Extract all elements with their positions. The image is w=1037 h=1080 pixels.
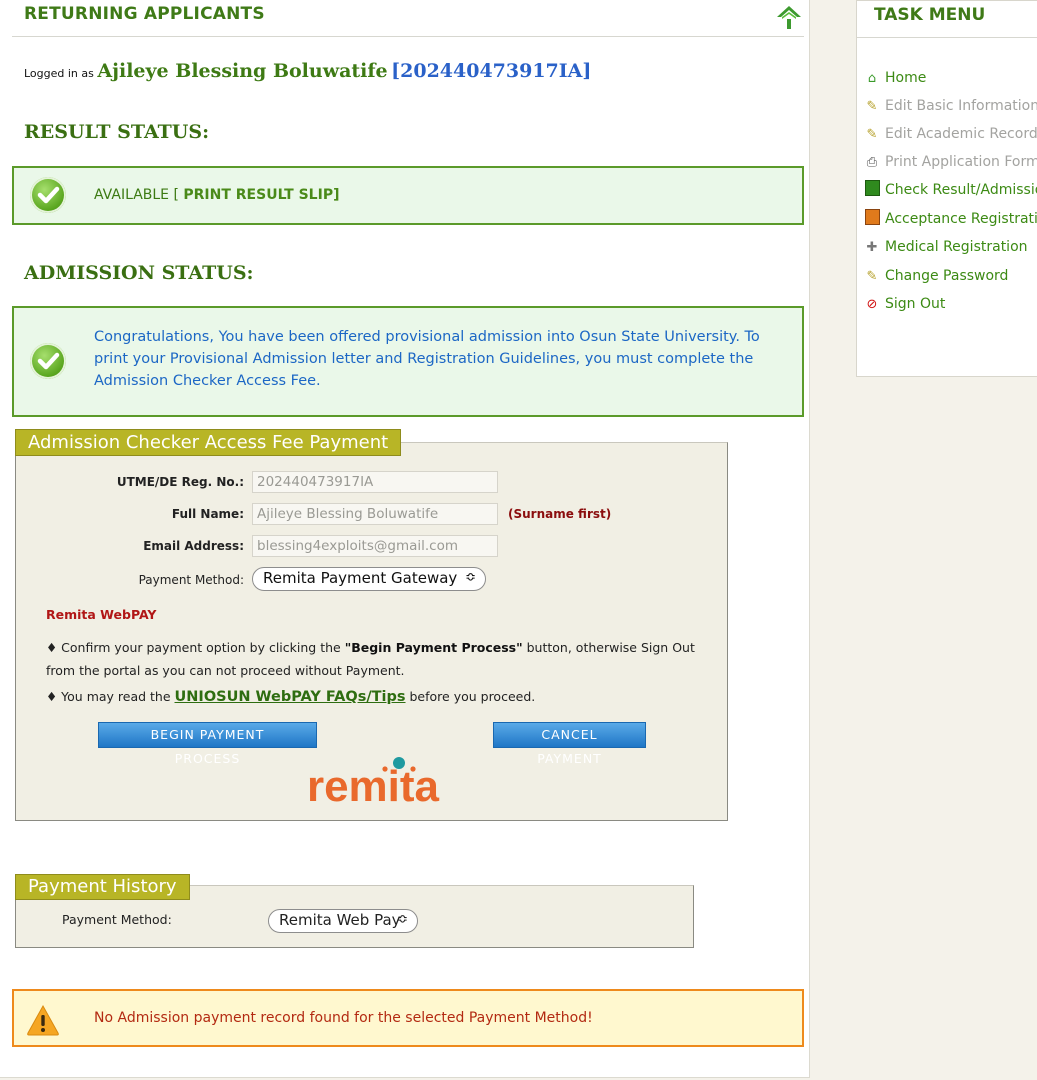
webpay-faq-link[interactable]: UNIOSUN WebPAY FAQs/Tips (175, 689, 406, 705)
no-entry-icon: ⊘ (866, 297, 878, 312)
menu-item-label: Print Application Form (885, 154, 1037, 170)
note-text: ♦ Confirm your payment option by clickin… (46, 640, 345, 655)
menu-item-home[interactable]: ⌂ Home (863, 67, 926, 89)
remita-webpay-label: Remita WebPAY (46, 607, 157, 622)
admission-status-heading: ADMISSION STATUS: (24, 262, 254, 284)
remita-logo-text: remita (307, 762, 440, 807)
payment-history-title: Payment History (15, 874, 190, 900)
task-menu-panel: TASK MENU ⌂ Home ✎ Edit Basic Information … (856, 0, 1037, 377)
payment-method-value: Remita Payment Gateway (263, 569, 458, 587)
menu-item-medical-registration[interactable]: ✚ Medical Registration (863, 236, 1028, 258)
user-name: Ajileye Blessing Boluwatife (97, 60, 388, 82)
cancel-payment-button[interactable]: CANCEL PAYMENT (493, 722, 646, 766)
note-text: before you proceed. (405, 689, 536, 704)
print-result-slip-link[interactable]: PRINT RESULT SLIP] (183, 187, 339, 203)
surname-first-note: (Surname first) (508, 507, 612, 521)
check-icon (30, 343, 66, 379)
reg-number-input[interactable] (252, 471, 498, 493)
menu-item-change-password[interactable]: ✎ Change Password (863, 265, 1009, 287)
home-icon: ⌂ (867, 71, 877, 86)
history-method-label: Payment Method: (62, 912, 172, 927)
full-name-label: Full Name: (171, 507, 244, 521)
menu-item-label: Sign Out (885, 296, 946, 312)
pencil-icon: ✎ (866, 127, 878, 142)
medical-icon: ✚ (866, 240, 878, 255)
result-status-text: AVAILABLE [ PRINT RESULT SLIP] (94, 187, 339, 203)
select-caret-icon: ≎ (397, 912, 408, 927)
user-reg-number: [202440473917IA] (391, 60, 592, 82)
menu-item-label: Change Password (885, 268, 1009, 284)
menu-item-label: Acceptance Registration (885, 211, 1037, 227)
logged-in-line: Logged in as Ajileye Blessing Boluwatife… (24, 60, 591, 82)
fee-payment-panel: UTME/DE Reg. No.: Full Name: (Surname fi… (15, 442, 728, 821)
payment-note-1: ♦ Confirm your payment option by clickin… (46, 636, 726, 682)
note-emphasis: "Begin Payment Process" (344, 640, 523, 655)
menu-item-print-application-form[interactable]: ⎙ Print Application Form (863, 151, 1037, 173)
payment-method-select[interactable]: Remita Payment Gateway ≎ (252, 567, 486, 591)
divider (857, 37, 1037, 38)
printer-icon: ⎙ (866, 155, 878, 170)
check-icon (30, 177, 66, 213)
result-available-label: AVAILABLE [ (94, 187, 179, 203)
remita-logo: remita (307, 757, 440, 807)
menu-item-label: Home (885, 70, 927, 86)
reg-number-row: UTME/DE Reg. No.: (16, 471, 729, 495)
result-status-heading: RESULT STATUS: (24, 121, 210, 143)
admission-status-box: Congratulations, You have been offered p… (12, 306, 804, 417)
warning-text: No Admission payment record found for th… (94, 1010, 593, 1026)
payment-method-label: Payment Method: (138, 573, 244, 587)
menu-item-acceptance-registration[interactable]: Acceptance Registration (863, 208, 1037, 230)
menu-item-edit-academic-records[interactable]: ✎ Edit Academic Records (863, 123, 1037, 145)
reg-number-label: UTME/DE Reg. No.: (116, 475, 244, 489)
main-panel: RETURNING APPLICANTS Logged in as Ajiley… (0, 0, 810, 1078)
email-input[interactable] (252, 535, 498, 557)
menu-item-label: Check Result/Admission (885, 182, 1037, 198)
fee-payment-title: Admission Checker Access Fee Payment (15, 429, 402, 456)
no-record-warning: No Admission payment record found for th… (12, 989, 804, 1047)
payment-note-2: ♦ You may read the UNIOSUN WebPAY FAQs/T… (46, 685, 726, 709)
email-label: Email Address: (143, 539, 244, 553)
select-caret-icon: ≎ (465, 570, 476, 585)
full-name-row: Full Name: (Surname first) (16, 503, 729, 527)
result-status-box: AVAILABLE [ PRINT RESULT SLIP] (12, 166, 804, 225)
note-text: ♦ You may read the (46, 689, 175, 704)
book-orange-icon (863, 209, 881, 231)
task-menu-title: TASK MENU (874, 5, 986, 25)
begin-payment-button[interactable]: BEGIN PAYMENT PROCESS (98, 722, 317, 766)
menu-item-label: Medical Registration (885, 239, 1028, 255)
book-green-icon (863, 180, 881, 202)
email-row: Email Address: (16, 535, 729, 559)
main-header: RETURNING APPLICANTS (12, 0, 804, 37)
home-icon[interactable] (774, 2, 804, 32)
logged-in-prefix: Logged in as (24, 67, 94, 80)
admission-status-message: Congratulations, You have been offered p… (94, 329, 760, 389)
menu-item-label: Edit Basic Information (885, 98, 1037, 114)
menu-item-sign-out[interactable]: ⊘ Sign Out (863, 293, 946, 315)
menu-item-label: Edit Academic Records (885, 126, 1037, 142)
page-title: RETURNING APPLICANTS (24, 4, 265, 24)
pencil-icon: ✎ (866, 269, 878, 284)
pencil-icon: ✎ (866, 99, 878, 114)
full-name-input[interactable] (252, 503, 498, 525)
menu-item-check-result-admission[interactable]: Check Result/Admission (863, 179, 1037, 201)
history-method-select[interactable]: Remita Web Pay ≎ (268, 909, 418, 933)
payment-method-row: Payment Method: Remita Payment Gateway ≎ (16, 567, 729, 593)
warning-icon (27, 1004, 59, 1036)
menu-item-edit-basic-information[interactable]: ✎ Edit Basic Information (863, 95, 1037, 117)
history-method-value: Remita Web Pay (279, 911, 401, 929)
